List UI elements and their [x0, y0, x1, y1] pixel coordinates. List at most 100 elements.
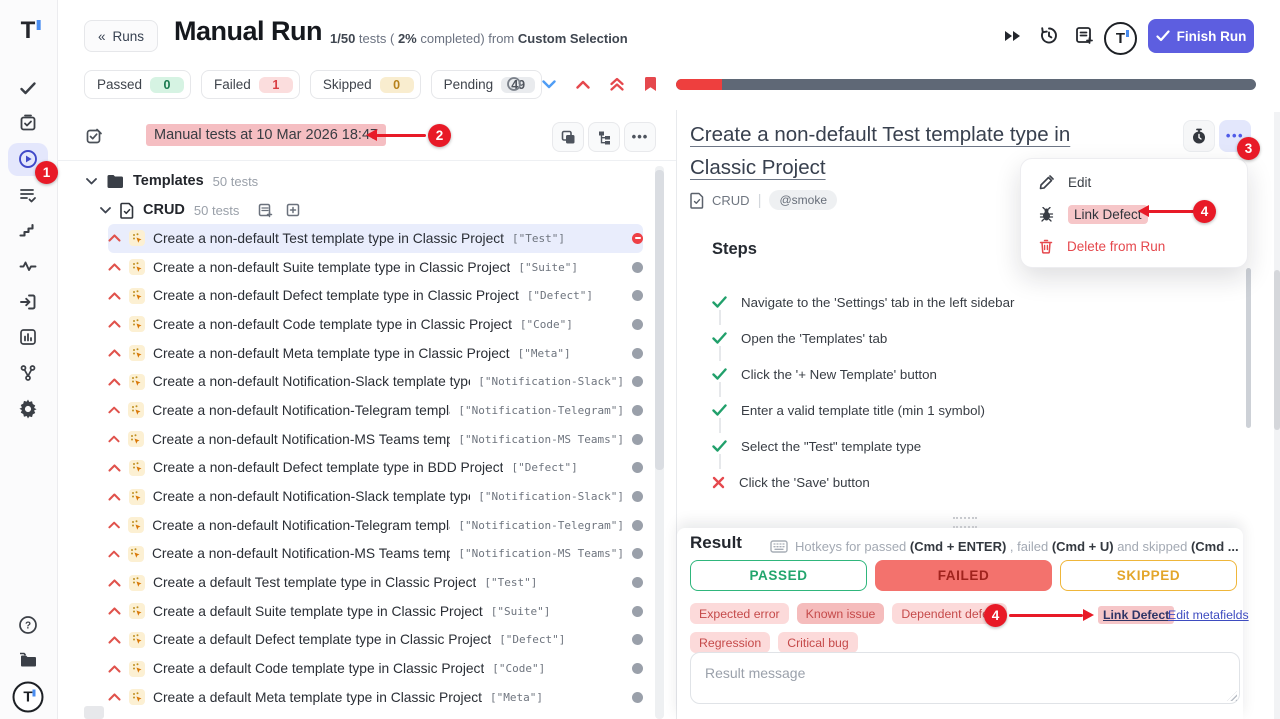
hotkeys-hint: Hotkeys for passed (Cmd + ENTER) , faile…: [795, 539, 1243, 554]
tree-view-button[interactable]: [588, 122, 620, 152]
add-note-to-suite-icon[interactable]: [258, 203, 273, 218]
tree-node-templates[interactable]: Templates 50 tests: [86, 168, 258, 194]
test-row[interactable]: Create a non-default Defect template typ…: [108, 281, 643, 310]
test-row[interactable]: Create a default Code template type in C…: [108, 654, 643, 683]
test-row[interactable]: Create a non-default Meta template type …: [108, 339, 643, 368]
add-test-icon[interactable]: [286, 203, 300, 217]
status-dot-failed: [632, 233, 643, 244]
keyboard-icon: [770, 540, 788, 553]
clipboard-check-icon[interactable]: [19, 114, 37, 132]
step-item[interactable]: Click the 'Save' button: [712, 464, 1212, 500]
test-row[interactable]: Create a non-default Suite template type…: [108, 253, 643, 282]
finish-run-button[interactable]: Finish Run: [1148, 19, 1254, 53]
test-row[interactable]: Create a non-default Test template type …: [108, 224, 643, 253]
page-scrollbar-thumb[interactable]: [1274, 270, 1280, 430]
test-row[interactable]: Create a non-default Notification-Telegr…: [108, 511, 643, 540]
menu-item-edit[interactable]: Edit: [1021, 166, 1247, 198]
test-list-scrollbar-thumb[interactable]: [655, 170, 664, 470]
skipped-button[interactable]: SKIPPED: [1060, 560, 1237, 591]
test-row[interactable]: Create a default Meta template type in C…: [108, 683, 643, 712]
pulse-activity-icon[interactable]: [19, 257, 37, 275]
app-logo[interactable]: T: [21, 17, 36, 45]
status-dot-pending: [632, 290, 643, 301]
test-tag: ["Defect"]: [499, 633, 565, 646]
panel-more-button[interactable]: •••: [624, 122, 656, 152]
chevron-up-icon[interactable]: [576, 80, 590, 89]
list-check-icon[interactable]: [19, 186, 37, 204]
add-note-icon[interactable]: [1074, 25, 1095, 46]
test-row[interactable]: Create a non-default Notification-Telegr…: [108, 396, 643, 425]
test-row[interactable]: Create a non-default Notification-MS Tea…: [108, 540, 643, 569]
test-row[interactable]: Create a default Defect template type in…: [108, 626, 643, 655]
org-logo-badge[interactable]: T: [1104, 22, 1137, 55]
test-row[interactable]: Create a non-default Notification-Slack …: [108, 482, 643, 511]
checkmark-nav-icon[interactable]: [19, 79, 37, 97]
help-icon[interactable]: ?: [19, 616, 38, 635]
edit-metafields-link[interactable]: Edit metafields: [1168, 608, 1249, 622]
step-item[interactable]: Enter a valid template title (min 1 symb…: [712, 392, 1212, 428]
runs-play-circle-icon[interactable]: [18, 149, 38, 169]
manual-test-icon: [129, 632, 145, 648]
failed-button[interactable]: FAILED: [875, 560, 1052, 591]
step-item[interactable]: Click the '+ New Template' button: [712, 356, 1212, 392]
run-subtitle: 1/50 tests ( 2% completed) from Custom S…: [330, 31, 628, 46]
passed-button[interactable]: PASSED: [690, 560, 867, 591]
status-dot-pending: [632, 491, 643, 502]
chevrons-left-icon: «: [98, 29, 106, 44]
result-status-buttons: PASSED FAILED SKIPPED: [690, 560, 1237, 591]
test-row[interactable]: Create a default Test template type in C…: [108, 568, 643, 597]
steps-scrollbar-thumb[interactable]: [1246, 268, 1251, 428]
badge-known-issue[interactable]: Known issue: [797, 603, 885, 624]
caret-down-icon: [86, 178, 97, 185]
menu-item-delete-from-run[interactable]: Delete from Run: [1021, 230, 1247, 262]
branch-icon[interactable]: [19, 364, 37, 382]
steps-stairs-icon[interactable]: [19, 222, 37, 240]
copy-tests-button[interactable]: [552, 122, 584, 152]
test-tag: ["Test"]: [484, 576, 537, 589]
test-row[interactable]: Create a non-default Defect template typ…: [108, 454, 643, 483]
timer-button[interactable]: [1183, 120, 1215, 152]
chevron-up-icon: [108, 464, 121, 472]
step-item[interactable]: Select the "Test" template type: [712, 428, 1212, 464]
test-row[interactable]: Create a non-default Notification-Slack …: [108, 367, 643, 396]
badge-critical-bug[interactable]: Critical bug: [778, 632, 858, 653]
manual-test-icon: [128, 431, 144, 447]
fast-forward-icon[interactable]: [1003, 28, 1023, 44]
run-progress-bar: [676, 79, 1256, 90]
filter-chip-passed[interactable]: Passed 0: [84, 70, 191, 99]
failed-count-badge: 1: [259, 77, 293, 93]
back-to-runs-button[interactable]: « Runs: [84, 20, 158, 52]
result-message-input[interactable]: [690, 652, 1240, 704]
double-chevron-up-icon[interactable]: [610, 77, 624, 91]
badge-regression[interactable]: Regression: [690, 632, 770, 653]
test-row[interactable]: Create a non-default Code template type …: [108, 310, 643, 339]
panel-drag-handle[interactable]: [953, 517, 977, 528]
test-row[interactable]: Create a default Suite template type in …: [108, 597, 643, 626]
chevron-up-icon: [108, 292, 121, 300]
projects-folder-icon[interactable]: [18, 652, 38, 669]
import-signin-icon[interactable]: [19, 293, 37, 311]
step-item[interactable]: Open the 'Templates' tab: [712, 320, 1212, 356]
settings-gear-icon[interactable]: [19, 400, 38, 419]
step-item[interactable]: Navigate to the 'Settings' tab in the le…: [712, 284, 1212, 320]
test-row[interactable]: Create a non-default Notification-MS Tea…: [108, 425, 643, 454]
bookmark-flag-icon[interactable]: [644, 76, 657, 92]
test-tag: ["Meta"]: [490, 691, 543, 704]
circle-status-icon[interactable]: [506, 76, 522, 92]
tree-node-crud[interactable]: CRUD 50 tests: [100, 197, 300, 223]
bar-chart-icon[interactable]: [19, 328, 37, 346]
tag-badge[interactable]: @smoke: [769, 190, 837, 210]
run-name-label[interactable]: Manual tests at 10 Mar 2026 18:47: [146, 124, 386, 146]
link-defect-link[interactable]: Link Defect: [1098, 606, 1174, 624]
test-tag: ["Defect"]: [527, 289, 593, 302]
filter-chip-failed[interactable]: Failed 1: [201, 70, 300, 99]
chevron-down-icon[interactable]: [542, 80, 556, 89]
folder-icon: [106, 174, 124, 189]
badge-expected-error[interactable]: Expected error: [690, 603, 789, 624]
filter-chip-skipped[interactable]: Skipped 0: [310, 70, 421, 99]
select-tests-icon[interactable]: [86, 128, 103, 145]
retry-timer-icon[interactable]: [1038, 24, 1060, 46]
suite-breadcrumb[interactable]: CRUD: [712, 193, 750, 208]
test-tag: ["Defect"]: [511, 461, 577, 474]
user-avatar[interactable]: T: [13, 682, 44, 713]
